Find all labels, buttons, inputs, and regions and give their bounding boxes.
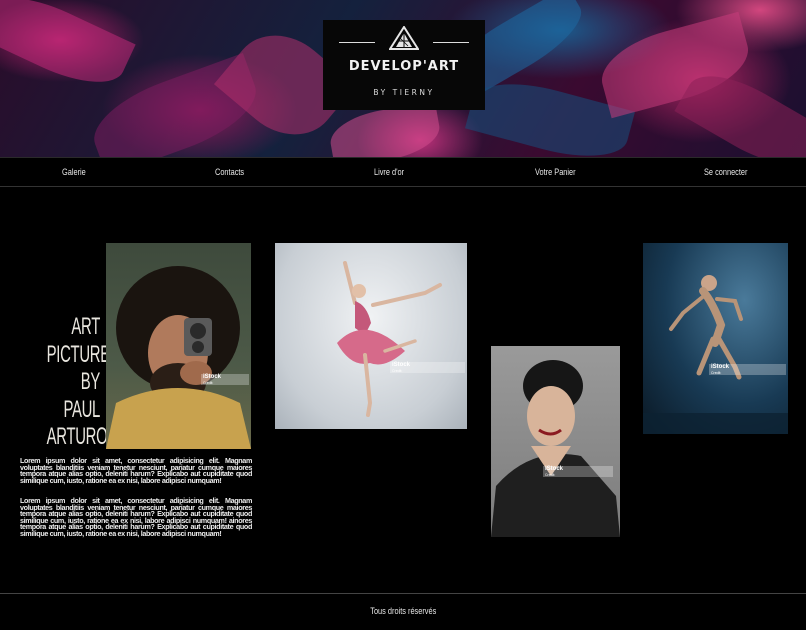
woman-portrait-image [491, 360, 620, 537]
title-line: BY [80, 368, 101, 395]
photo-asian-woman-portrait[interactable]: iStock Credit: [491, 346, 620, 537]
nav-item-contacts[interactable]: Contacts [215, 167, 244, 177]
istock-watermark: iStock Credit: [709, 364, 786, 375]
title-line: PICTURES [46, 340, 120, 368]
photo-dancer-in-rain[interactable]: iStock Credit: [643, 243, 788, 434]
istock-watermark: iStock Credit: [201, 374, 249, 385]
hero-banner: DEVELOP'ART BY TIERNY [0, 0, 806, 157]
title-line: ART [71, 313, 100, 340]
man-with-camera-image [106, 266, 251, 449]
brand-subtitle: BY TIERNY [373, 88, 435, 97]
ballerina-image [337, 261, 442, 417]
brand-title: DEVELOP'ART [348, 59, 460, 74]
nav-item-galerie[interactable]: Galerie [62, 167, 86, 177]
footer: Tous droits réservés [0, 593, 806, 630]
main-nav: Galerie Contacts Livre d'or Votre Panier… [0, 157, 806, 187]
nav-item-votre-panier[interactable]: Votre Panier [535, 167, 576, 177]
title-line: PAUL [63, 395, 100, 423]
intro-paragraph: Lorem ipsum dolor sit amet, consectetur … [20, 456, 252, 485]
triangle-logo-icon [389, 26, 419, 50]
istock-watermark: iStock Credit: [543, 466, 613, 477]
photo-man-with-camera[interactable]: iStock Credit: [106, 243, 251, 449]
page-title: ART PICTURES BY PAUL ARTURO [46, 313, 120, 451]
nav-item-livre-dor[interactable]: Livre d'or [374, 167, 404, 177]
brand-logo[interactable]: DEVELOP'ART BY TIERNY [323, 20, 485, 110]
nav-item-se-connecter[interactable]: Se connecter [704, 167, 747, 177]
dancer-image [643, 275, 788, 434]
istock-watermark: iStock Credit: [390, 362, 465, 373]
title-line: ARTURO [46, 423, 108, 450]
leaf-decoration [0, 0, 136, 99]
footer-copyright: Tous droits réservés [369, 606, 437, 616]
intro-paragraph: Lorem ipsum dolor sit amet, consectetur … [20, 496, 252, 538]
photo-ballerina[interactable]: iStock Credit: [275, 243, 467, 429]
